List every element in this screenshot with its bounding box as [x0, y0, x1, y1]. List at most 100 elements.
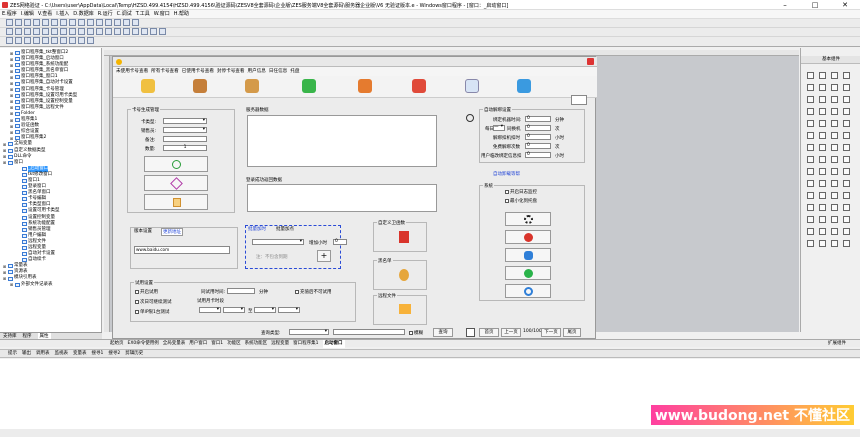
tree-sort-icon[interactable]: [69, 37, 76, 44]
form-menu-banned[interactable]: 封停卡号查看: [217, 67, 245, 76]
tree-toggle-icon[interactable]: ⊞: [9, 130, 14, 135]
undo-icon[interactable]: [60, 19, 67, 26]
form-tab-window1[interactable]: 窗口1: [211, 340, 223, 348]
wechat-button[interactable]: [505, 266, 551, 280]
tree-collapse-icon[interactable]: [6, 37, 13, 44]
log-monitor-checkbox[interactable]: [505, 189, 509, 194]
tree-toggle-icon[interactable]: ⊞: [2, 270, 7, 275]
tab-order-icon[interactable]: [114, 28, 121, 35]
grid-icon[interactable]: [96, 28, 103, 35]
menu-program[interactable]: E.程序: [2, 10, 17, 19]
tree-toggle-icon[interactable]: ⊞: [2, 264, 7, 269]
first-page-button[interactable]: 首页: [479, 328, 499, 337]
tree-toggle-icon[interactable]: ⊞: [2, 154, 7, 159]
component-icon[interactable]: [807, 168, 814, 175]
tree-toggle-icon[interactable]: [16, 258, 21, 263]
center-form-icon[interactable]: [141, 28, 148, 35]
tab-update-url[interactable]: 更新地址: [161, 228, 183, 236]
tree-toggle-icon[interactable]: ⊞: [9, 93, 14, 98]
minimize-button[interactable]: –: [770, 0, 800, 10]
check-icon[interactable]: [302, 79, 316, 93]
tree-toggle-icon[interactable]: [16, 215, 21, 220]
component-icon[interactable]: [831, 84, 838, 91]
menu-help[interactable]: H.帮助: [174, 10, 189, 19]
verify-return-textarea[interactable]: [247, 184, 437, 212]
tree-toggle-icon[interactable]: [16, 185, 21, 190]
layers-button[interactable]: [144, 175, 208, 191]
expand-components-label[interactable]: 扩展组件: [828, 340, 846, 348]
component-icon[interactable]: [831, 180, 838, 187]
align-left-icon[interactable]: [6, 28, 13, 35]
pin-icon[interactable]: [159, 28, 166, 35]
qty-input[interactable]: 1: [163, 145, 207, 151]
form-tab-function[interactable]: 功能区: [227, 340, 241, 348]
component-icon[interactable]: [819, 180, 826, 187]
component-icon[interactable]: [843, 216, 850, 223]
bulk-add-button[interactable]: +: [317, 250, 331, 262]
component-icon[interactable]: [843, 96, 850, 103]
tree-props-icon[interactable]: [78, 37, 85, 44]
component-icon[interactable]: [819, 72, 826, 79]
tree-toggle-icon[interactable]: ⊞: [9, 282, 14, 287]
form-menu-used[interactable]: 已使用卡号查看: [182, 67, 214, 76]
user-gear-icon[interactable]: [245, 79, 259, 93]
tree-toggle-icon[interactable]: ⊞: [9, 87, 14, 92]
lock-icon[interactable]: [105, 28, 112, 35]
exit-button[interactable]: [505, 230, 551, 244]
tree-toggle-icon[interactable]: ⊞: [9, 99, 14, 104]
minimize-tray-checkbox[interactable]: [505, 198, 509, 203]
per-day-select[interactable]: 一: [493, 125, 505, 131]
tab-clip-history[interactable]: 剪辑历史: [125, 349, 143, 358]
search-icon[interactable]: [465, 79, 479, 93]
query-type-select[interactable]: [289, 329, 329, 335]
form-menu-tray[interactable]: 托盘: [290, 67, 299, 76]
run-icon[interactable]: [87, 19, 94, 26]
tree-toggle-icon[interactable]: [16, 166, 21, 171]
component-icon[interactable]: [819, 240, 826, 247]
component-icon[interactable]: [819, 144, 826, 151]
tree-toggle-icon[interactable]: ⊞: [2, 276, 7, 281]
no-retry-option[interactable]: 充值后不可试用: [295, 289, 332, 295]
tree-toggle-icon[interactable]: [16, 227, 21, 232]
tree-toggle-icon[interactable]: [16, 239, 21, 244]
align-middle-icon[interactable]: [42, 28, 49, 35]
unbind-deduct-input[interactable]: 0: [525, 134, 551, 140]
tree-toggle-icon[interactable]: [16, 203, 21, 208]
fuzzy-option[interactable]: 模糊: [409, 330, 423, 336]
note-input[interactable]: [163, 136, 207, 142]
component-icon[interactable]: [819, 192, 826, 199]
tree-toggle-icon[interactable]: [16, 209, 21, 214]
component-icon[interactable]: [831, 228, 838, 235]
tree-toggle-icon[interactable]: [16, 172, 21, 177]
trial-enable-checkbox[interactable]: [135, 289, 139, 294]
vspace-icon[interactable]: [87, 28, 94, 35]
component-icon[interactable]: [819, 228, 826, 235]
form-menu-userinfo[interactable]: 用户信息: [248, 67, 266, 76]
card-action-button[interactable]: [144, 194, 208, 210]
trial-nextday-option[interactable]: 次日可继续测试: [135, 299, 172, 305]
minimize-tray-option[interactable]: 最小化到托盘: [505, 198, 537, 204]
tree-toggle-icon[interactable]: ⊞: [9, 75, 14, 80]
component-icon[interactable]: [831, 108, 838, 115]
server-data-textarea[interactable]: [247, 115, 437, 167]
menu-database[interactable]: D.数据库: [73, 10, 93, 19]
component-icon[interactable]: [807, 180, 814, 187]
menu-tools[interactable]: T.工具: [136, 10, 150, 19]
security-button[interactable]: [505, 248, 551, 262]
users-icon[interactable]: [193, 79, 207, 93]
component-icon[interactable]: [831, 156, 838, 163]
component-icon[interactable]: [819, 168, 826, 175]
tree-item[interactable]: ⊞ 外部文件记录表: [2, 282, 101, 288]
tree-toggle-icon[interactable]: ⊞: [9, 51, 14, 56]
save-icon[interactable]: [24, 19, 31, 26]
component-icon[interactable]: [843, 132, 850, 139]
align-bottom-icon[interactable]: [51, 28, 58, 35]
component-icon[interactable]: [807, 120, 814, 127]
find-icon[interactable]: [78, 19, 85, 26]
tab-version[interactable]: 版本设置: [134, 228, 152, 234]
settings-button[interactable]: [505, 212, 551, 226]
component-icon[interactable]: [843, 180, 850, 187]
open-icon[interactable]: [15, 19, 22, 26]
component-icon[interactable]: [807, 132, 814, 139]
component-icon[interactable]: [843, 228, 850, 235]
